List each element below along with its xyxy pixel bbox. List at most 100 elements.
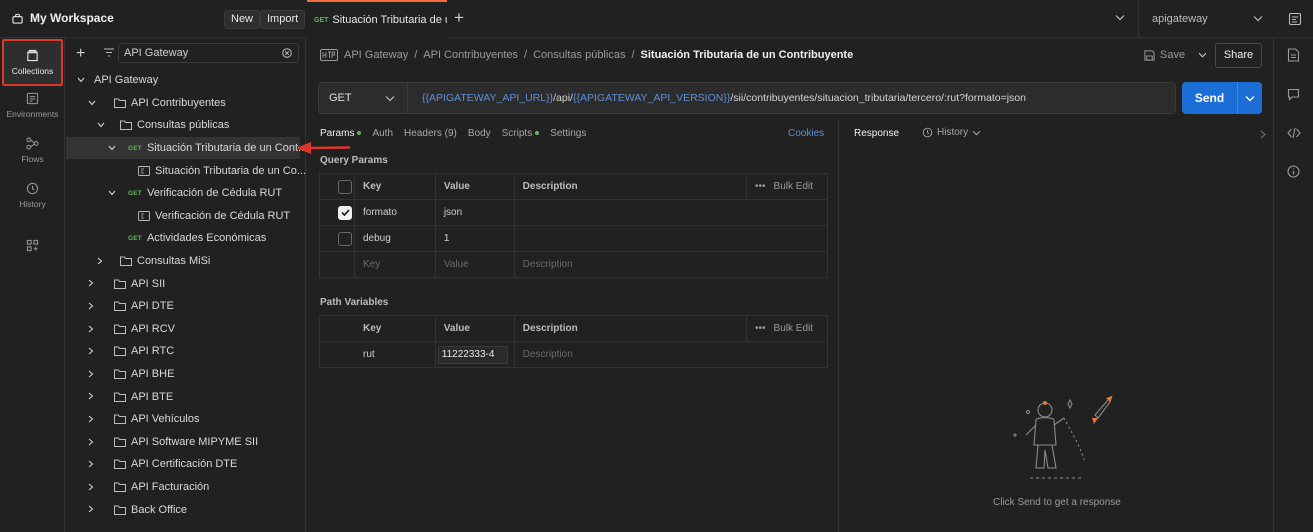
- tab-params[interactable]: Params: [320, 128, 362, 139]
- chevron-right-icon[interactable]: [88, 415, 94, 423]
- create-collection-button[interactable]: +: [76, 45, 85, 63]
- tree-folder[interactable]: API DTE: [66, 295, 300, 318]
- breadcrumb-item[interactable]: Consultas públicas: [533, 49, 625, 61]
- tree-example[interactable]: Verificación de Cédula RUT: [66, 205, 300, 228]
- new-tab-button[interactable]: +: [454, 9, 464, 26]
- chevron-right-icon[interactable]: [88, 325, 94, 333]
- chevron-down-icon[interactable]: [385, 95, 395, 102]
- select-all-checkbox[interactable]: [338, 179, 352, 194]
- chevron-right-icon[interactable]: [88, 438, 94, 446]
- chevron-down-icon[interactable]: [77, 77, 85, 83]
- tree-folder[interactable]: Consultas MiSi: [66, 250, 300, 273]
- tree-request[interactable]: GET Verificación de Cédula RUT: [66, 182, 300, 205]
- request-name[interactable]: Situación Tributaria de un Contribuyente: [641, 49, 854, 61]
- breadcrumb-item[interactable]: API Gateway: [344, 49, 408, 61]
- chevron-right-icon[interactable]: [88, 483, 94, 491]
- cookies-link[interactable]: Cookies: [788, 128, 824, 139]
- tree-item-label: API Contribuyentes: [131, 96, 226, 109]
- tree-item-label: API BTE: [131, 390, 174, 403]
- chevron-right-icon[interactable]: [88, 347, 94, 355]
- response-tab[interactable]: Response: [854, 128, 899, 139]
- param-description[interactable]: [513, 225, 829, 252]
- chevron-down-icon[interactable]: [108, 145, 116, 151]
- chevron-down-icon[interactable]: [97, 122, 105, 128]
- path-variable-description[interactable]: Description: [513, 341, 829, 368]
- tab-body[interactable]: Body: [468, 128, 491, 139]
- response-history-dropdown[interactable]: History: [922, 127, 981, 138]
- documentation-icon[interactable]: [1287, 48, 1300, 62]
- tree-folder[interactable]: API Certificación DTE: [66, 453, 300, 476]
- rail-configure[interactable]: [0, 239, 65, 252]
- workspace-switcher[interactable]: My Workspace: [12, 11, 114, 25]
- tree-example[interactable]: Situación Tributaria de un Co...: [66, 159, 306, 182]
- param-value[interactable]: 1: [434, 225, 515, 252]
- share-button[interactable]: Share: [1215, 43, 1262, 68]
- url-variable[interactable]: {{APIGATEWAY_API_VERSION}}: [573, 92, 730, 104]
- new-key-input[interactable]: Key: [353, 251, 436, 278]
- send-button[interactable]: Send: [1182, 82, 1262, 114]
- tree-folder[interactable]: API BTE: [66, 385, 300, 408]
- request-tab-active[interactable]: GET Situación Tributaria de u: [307, 0, 447, 38]
- tree-request[interactable]: GET Situación Tributaria de un Cont...: [66, 136, 307, 160]
- pane-divider[interactable]: [838, 120, 839, 532]
- tree-folder[interactable]: API RCV: [66, 318, 300, 341]
- chevron-right-icon[interactable]: [97, 257, 103, 265]
- comments-icon[interactable]: [1287, 88, 1300, 101]
- url-variable[interactable]: {{APIGATEWAY_API_URL}}: [422, 92, 553, 104]
- tree-folder[interactable]: API Vehículos: [66, 408, 300, 431]
- chevron-right-icon[interactable]: [88, 370, 94, 378]
- tabs-overflow-chevron-icon[interactable]: [1115, 14, 1125, 21]
- tab-auth[interactable]: Auth: [372, 128, 393, 139]
- tab-settings[interactable]: Settings: [550, 128, 586, 139]
- new-description-input[interactable]: Description: [513, 251, 829, 278]
- new-value-input[interactable]: Value: [434, 251, 515, 278]
- clear-search-icon[interactable]: [282, 48, 292, 58]
- rail-flows[interactable]: Flows: [0, 137, 65, 164]
- url-input[interactable]: {{APIGATEWAY_API_URL}} /api/ {{APIGATEWA…: [408, 82, 1176, 114]
- chevron-right-icon[interactable]: [1260, 130, 1266, 139]
- chevron-down-icon[interactable]: [88, 100, 96, 106]
- filter-icon[interactable]: [104, 48, 114, 57]
- tree-folder[interactable]: API Software MIPYME SII: [66, 431, 300, 454]
- tree-folder[interactable]: API Contribuyentes: [66, 92, 300, 115]
- code-icon[interactable]: [1287, 127, 1301, 139]
- new-button[interactable]: New: [224, 10, 261, 29]
- tree-folder[interactable]: API SII: [66, 272, 300, 295]
- tab-scripts[interactable]: Scripts: [502, 128, 540, 139]
- param-key[interactable]: formato: [353, 199, 436, 226]
- param-value[interactable]: json: [434, 199, 515, 226]
- tree-folder[interactable]: API BHE: [66, 363, 300, 386]
- tree-folder[interactable]: Consultas públicas: [66, 114, 300, 137]
- chevron-right-icon[interactable]: [88, 460, 94, 468]
- param-checkbox[interactable]: [338, 205, 352, 220]
- bulk-edit-button[interactable]: ••• Bulk Edit: [755, 323, 827, 334]
- chevron-down-icon[interactable]: [1253, 15, 1263, 22]
- environment-quick-look-icon[interactable]: [1288, 12, 1302, 26]
- import-button[interactable]: Import: [260, 10, 306, 29]
- tree-folder[interactable]: API RTC: [66, 340, 300, 363]
- tab-headers[interactable]: Headers (9): [404, 128, 457, 139]
- tree-folder[interactable]: Back Office: [66, 498, 300, 521]
- tree-request[interactable]: GET Actividades Económicas: [66, 227, 300, 250]
- rail-history[interactable]: History: [0, 182, 65, 209]
- param-key[interactable]: debug: [353, 225, 436, 252]
- param-description[interactable]: [513, 199, 829, 226]
- tree-folder[interactable]: API Gateway: [66, 69, 300, 92]
- sidebar-search-input[interactable]: API Gateway: [118, 43, 299, 63]
- rail-collections[interactable]: Collections: [2, 39, 63, 86]
- chevron-right-icon[interactable]: [88, 505, 94, 513]
- bulk-edit-button[interactable]: ••• Bulk Edit: [755, 181, 827, 192]
- chevron-right-icon[interactable]: [88, 302, 94, 310]
- tree-folder[interactable]: API Facturación: [66, 476, 300, 499]
- save-button[interactable]: Save: [1144, 49, 1207, 61]
- path-variable-value-input[interactable]: 11222333-4: [437, 345, 508, 364]
- chevron-right-icon[interactable]: [88, 392, 94, 400]
- rail-environments[interactable]: Environments: [0, 92, 65, 119]
- send-options-chevron-icon[interactable]: [1238, 95, 1262, 102]
- param-checkbox[interactable]: [338, 231, 352, 246]
- chevron-right-icon[interactable]: [88, 279, 94, 287]
- info-icon[interactable]: [1287, 165, 1300, 178]
- breadcrumb-item[interactable]: API Contribuyentes: [423, 49, 518, 61]
- chevron-down-icon[interactable]: [108, 190, 116, 196]
- save-options-chevron-icon[interactable]: [1198, 52, 1207, 58]
